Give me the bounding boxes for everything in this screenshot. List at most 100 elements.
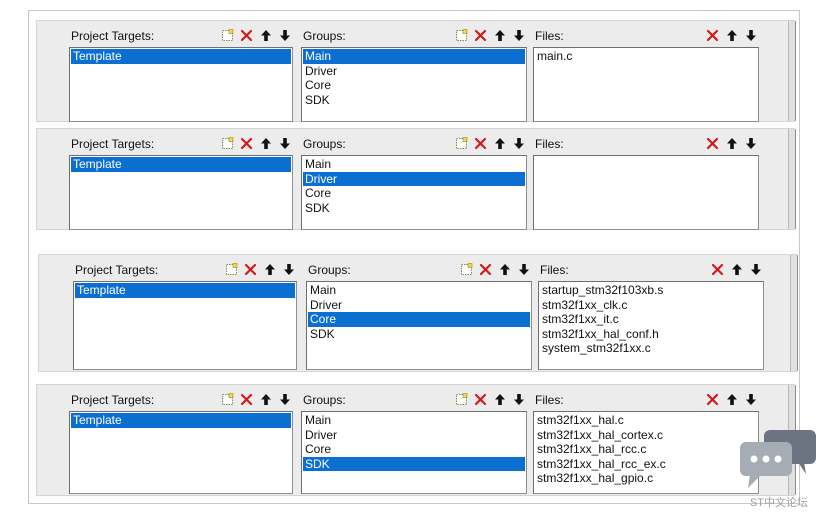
targets-panel: Project Targets: Template (69, 26, 293, 122)
delete-button[interactable] (709, 261, 726, 278)
scrollbar[interactable] (790, 255, 798, 371)
delete-button[interactable] (704, 27, 721, 44)
move-up-button[interactable] (491, 391, 508, 408)
groups-listbox[interactable]: Main Driver Core SDK (301, 155, 527, 230)
delete-button[interactable] (704, 135, 721, 152)
list-item[interactable]: Template (71, 157, 291, 172)
list-item[interactable]: Main (303, 413, 525, 428)
list-item[interactable]: SDK (308, 327, 530, 342)
list-item[interactable]: Main (303, 157, 525, 172)
new-button[interactable] (453, 135, 470, 152)
list-item[interactable]: Template (71, 413, 291, 428)
list-item[interactable]: Driver (303, 171, 525, 186)
move-up-button[interactable] (728, 261, 745, 278)
list-item[interactable]: SDK (303, 456, 525, 471)
list-item[interactable]: Template (75, 283, 295, 298)
list-item[interactable]: stm32f1xx_hal_rcc_ex.c (535, 457, 757, 472)
scrollbar[interactable] (788, 21, 796, 121)
list-item[interactable]: Main (303, 49, 525, 64)
panel-title: Groups: (303, 29, 346, 43)
new-button[interactable] (453, 391, 470, 408)
delete-button[interactable] (238, 27, 255, 44)
list-item[interactable]: Template (71, 49, 291, 64)
delete-button[interactable] (242, 261, 259, 278)
list-item[interactable]: Driver (308, 298, 530, 313)
list-item[interactable]: Driver (303, 64, 525, 79)
new-button[interactable] (219, 135, 236, 152)
files-listbox[interactable]: stm32f1xx_hal.c stm32f1xx_hal_cortex.c stm… (533, 411, 759, 494)
new-button[interactable] (219, 27, 236, 44)
list-item[interactable]: Core (308, 312, 530, 327)
delete-button[interactable] (238, 135, 255, 152)
groups-listbox[interactable]: Main Driver Core SDK (306, 281, 532, 370)
list-item[interactable]: SDK (303, 201, 525, 216)
list-item[interactable]: stm32f1xx_hal_gpio.c (535, 471, 757, 486)
move-up-button[interactable] (723, 135, 740, 152)
list-item[interactable]: stm32f1xx_it.c (540, 312, 762, 327)
groups-listbox[interactable]: Main Driver Core SDK (301, 411, 527, 494)
delete-button[interactable] (704, 391, 721, 408)
move-up-icon (726, 137, 738, 150)
delete-button[interactable] (472, 27, 489, 44)
groups-listbox[interactable]: Main Driver Core SDK (301, 47, 527, 122)
list-item[interactable]: Driver (303, 428, 525, 443)
list-item[interactable]: Core (303, 442, 525, 457)
scrollbar[interactable] (788, 129, 796, 229)
move-down-button[interactable] (742, 391, 759, 408)
list-item[interactable]: system_stm32f1xx.c (540, 341, 762, 356)
move-down-button[interactable] (276, 135, 293, 152)
move-up-button[interactable] (723, 391, 740, 408)
targets-listbox[interactable]: Template (69, 155, 293, 230)
move-down-button[interactable] (510, 391, 527, 408)
list-item[interactable]: stm32f1xx_hal_conf.h (540, 327, 762, 342)
delete-button[interactable] (472, 391, 489, 408)
move-up-button[interactable] (491, 135, 508, 152)
delete-button[interactable] (238, 391, 255, 408)
list-item[interactable]: stm32f1xx_hal.c (535, 413, 757, 428)
move-down-button[interactable] (276, 391, 293, 408)
targets-listbox[interactable]: Template (69, 411, 293, 494)
move-down-button[interactable] (276, 27, 293, 44)
move-up-button[interactable] (496, 261, 513, 278)
targets-listbox[interactable]: Template (73, 281, 297, 370)
new-button[interactable] (458, 261, 475, 278)
list-item[interactable]: Core (303, 186, 525, 201)
files-listbox[interactable]: main.c (533, 47, 759, 122)
move-up-icon (494, 29, 506, 42)
move-down-button[interactable] (510, 27, 527, 44)
list-item[interactable]: Main (308, 283, 530, 298)
list-item[interactable]: SDK (303, 93, 525, 108)
move-down-button[interactable] (515, 261, 532, 278)
move-up-button[interactable] (491, 27, 508, 44)
delete-icon (474, 29, 487, 42)
targets-listbox[interactable]: Template (69, 47, 293, 122)
panel-header: Files: (538, 260, 764, 280)
move-up-button[interactable] (261, 261, 278, 278)
move-down-button[interactable] (747, 261, 764, 278)
move-up-button[interactable] (723, 27, 740, 44)
list-item[interactable]: stm32f1xx_clk.c (540, 298, 762, 313)
new-button[interactable] (453, 27, 470, 44)
delete-button[interactable] (477, 261, 494, 278)
panel-title: Files: (535, 29, 564, 43)
files-listbox[interactable]: startup_stm32f103xb.s stm32f1xx_clk.c stm3… (538, 281, 764, 370)
list-item[interactable]: startup_stm32f103xb.s (540, 283, 762, 298)
move-down-icon (513, 29, 525, 42)
list-item[interactable]: main.c (535, 49, 757, 64)
move-up-button[interactable] (257, 27, 274, 44)
delete-button[interactable] (472, 135, 489, 152)
files-listbox[interactable] (533, 155, 759, 230)
move-up-icon (499, 263, 511, 276)
move-up-icon (726, 29, 738, 42)
move-down-button[interactable] (280, 261, 297, 278)
move-up-button[interactable] (257, 391, 274, 408)
list-item[interactable]: Core (303, 78, 525, 93)
new-button[interactable] (219, 391, 236, 408)
move-down-button[interactable] (742, 27, 759, 44)
move-down-button[interactable] (510, 135, 527, 152)
move-up-button[interactable] (257, 135, 274, 152)
move-down-button[interactable] (742, 135, 759, 152)
list-item[interactable]: stm32f1xx_hal_cortex.c (535, 428, 757, 443)
new-button[interactable] (223, 261, 240, 278)
list-item[interactable]: stm32f1xx_hal_rcc.c (535, 442, 757, 457)
